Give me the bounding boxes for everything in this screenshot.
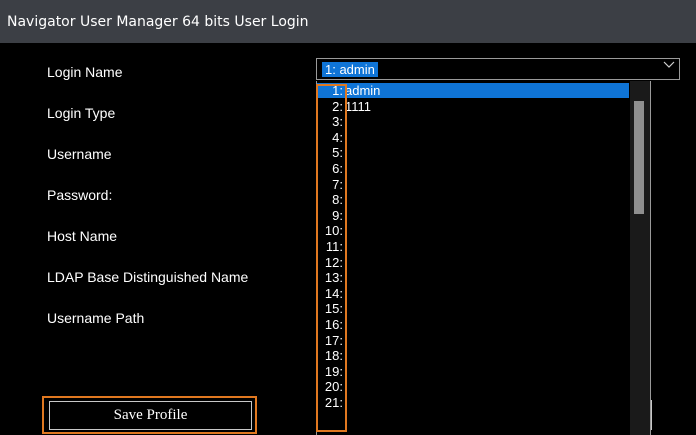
list-item[interactable]: 11: (317, 239, 629, 254)
list-item[interactable]: 6: (317, 161, 629, 176)
list-item[interactable]: 12: (317, 255, 629, 270)
chevron-down-icon[interactable] (663, 59, 675, 71)
host-name-label: Host Name (47, 228, 118, 244)
list-item[interactable]: 1: admin (317, 83, 629, 98)
list-item[interactable]: 19: (317, 364, 629, 379)
login-name-selected: 1: admin (322, 62, 378, 77)
dropdown-scrollbar[interactable] (630, 81, 650, 435)
list-item[interactable]: 7: (317, 177, 629, 192)
save-profile-button[interactable]: Save Profile (49, 401, 252, 430)
list-item[interactable]: 4: (317, 130, 629, 145)
list-item-name: 1111 (345, 98, 372, 114)
list-item[interactable]: 17: (317, 333, 629, 348)
list-item[interactable]: 21: (317, 395, 629, 410)
list-item[interactable]: 15: (317, 301, 629, 316)
username-path-label: Username Path (47, 310, 145, 326)
hidden-button-edge[interactable] (651, 400, 655, 430)
list-item-name: admin (345, 83, 381, 98)
window-title: Navigator User Manager 64 bits User Logi… (7, 13, 309, 30)
list-item[interactable]: 5: (317, 145, 629, 160)
list-item[interactable]: 14: (317, 286, 629, 301)
login-name-dropdown-list[interactable]: 1: admin 2: 1111 3: 4: 5: 6: 7: 8: 9: 10: 11: 12: 13: 1… (316, 81, 651, 435)
list-item[interactable]: 16: (317, 317, 629, 332)
number-column-highlight (316, 84, 347, 432)
list-item[interactable]: 8: (317, 192, 629, 207)
list-item[interactable]: 3: (317, 114, 629, 129)
title-bar: Navigator User Manager 64 bits User Logi… (0, 0, 696, 43)
login-type-label: Login Type (47, 105, 116, 121)
password-label: Password: (47, 187, 113, 203)
username-label: Username (47, 146, 112, 162)
list-item[interactable]: 10: (317, 223, 629, 238)
list-item[interactable]: 20: (317, 379, 629, 394)
login-name-label: Login Name (47, 64, 123, 80)
scrollbar-thumb[interactable] (634, 101, 644, 214)
list-item[interactable]: 13: (317, 270, 629, 285)
list-item[interactable]: 2: 1111 (317, 99, 629, 114)
ldap-base-dn-label: LDAP Base Distinguished Name (47, 269, 249, 285)
login-name-combobox[interactable]: 1: admin (316, 58, 680, 80)
list-item[interactable]: 9: (317, 208, 629, 223)
list-item[interactable]: 18: (317, 348, 629, 363)
